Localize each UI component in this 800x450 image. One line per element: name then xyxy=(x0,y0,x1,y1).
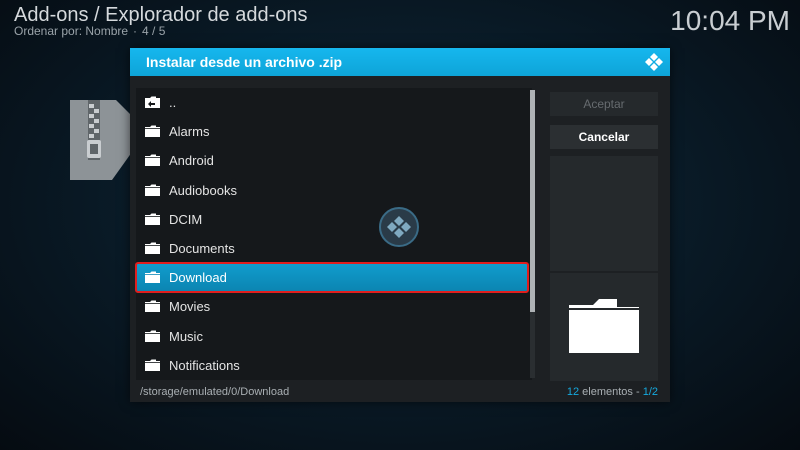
file-list: .. Alarms Android Audiobooks DCIM Documents Do… xyxy=(135,88,532,380)
folder-item[interactable]: Documents xyxy=(136,234,528,263)
separator-dot: · xyxy=(133,24,138,38)
folder-large-icon xyxy=(569,299,639,353)
folder-icon xyxy=(145,213,160,225)
folder-icon xyxy=(145,330,160,342)
folder-item-label: Music xyxy=(169,328,203,344)
parent-folder-item[interactable]: .. xyxy=(136,88,528,117)
sort-info: Ordenar por: Nombre · 4 / 5 xyxy=(14,24,165,38)
folder-icon xyxy=(145,271,160,284)
folder-item[interactable]: Download xyxy=(135,262,529,294)
folder-item-label: Notifications xyxy=(169,357,240,373)
dialog-header: Instalar desde un archivo .zip xyxy=(130,48,670,76)
folder-item-label: .. xyxy=(169,95,177,110)
side-panel xyxy=(550,156,658,271)
folder-item[interactable]: Android xyxy=(136,146,528,175)
folder-item-label: Android xyxy=(169,153,214,169)
item-count: 12 elementos - 1/2 xyxy=(567,386,658,398)
folder-preview xyxy=(550,273,658,381)
dialog-title: Instalar desde un archivo .zip xyxy=(146,54,343,70)
folder-item[interactable]: Notifications xyxy=(136,351,528,380)
folder-item-label: DCIM xyxy=(169,211,203,227)
folder-item[interactable]: Audiobooks xyxy=(136,176,528,205)
folder-item-label: Download xyxy=(169,270,227,286)
scrollbar-thumb[interactable] xyxy=(530,90,535,312)
clock: 10:04 PM xyxy=(670,5,790,36)
folder-icon xyxy=(145,300,160,313)
accept-button[interactable]: Aceptar xyxy=(550,92,658,116)
item-count-number: 12 xyxy=(566,386,580,398)
folder-item-label: Audiobooks xyxy=(169,182,237,198)
folder-icon xyxy=(145,125,160,138)
sort-label: Ordenar por: Nombre xyxy=(14,24,129,38)
folder-icon xyxy=(145,242,160,254)
current-path: /storage/emulated/0/Download xyxy=(140,386,290,398)
folder-item-label: Alarms xyxy=(169,124,210,140)
item-count-label: elementos - xyxy=(579,386,643,398)
page-indicator: 4 / 5 xyxy=(142,24,166,38)
folder-icon xyxy=(145,184,160,196)
folder-item[interactable]: DCIM xyxy=(136,205,528,234)
scrollbar[interactable] xyxy=(530,90,535,378)
folder-item-label: Movies xyxy=(169,299,211,315)
folder-icon xyxy=(145,359,160,371)
busy-spinner-icon xyxy=(379,207,419,247)
parent-folder-icon xyxy=(145,96,160,108)
item-count-page: 1/2 xyxy=(642,386,658,398)
cancel-button[interactable]: Cancelar xyxy=(550,125,658,149)
folder-item[interactable]: Music xyxy=(136,322,528,351)
folder-item-label: Documents xyxy=(169,241,235,256)
zip-file-icon xyxy=(70,100,132,180)
kodi-logo-icon xyxy=(645,53,663,71)
folder-item[interactable]: Movies xyxy=(136,292,528,321)
folder-item[interactable]: Alarms xyxy=(136,117,528,146)
folder-icon xyxy=(145,154,160,167)
